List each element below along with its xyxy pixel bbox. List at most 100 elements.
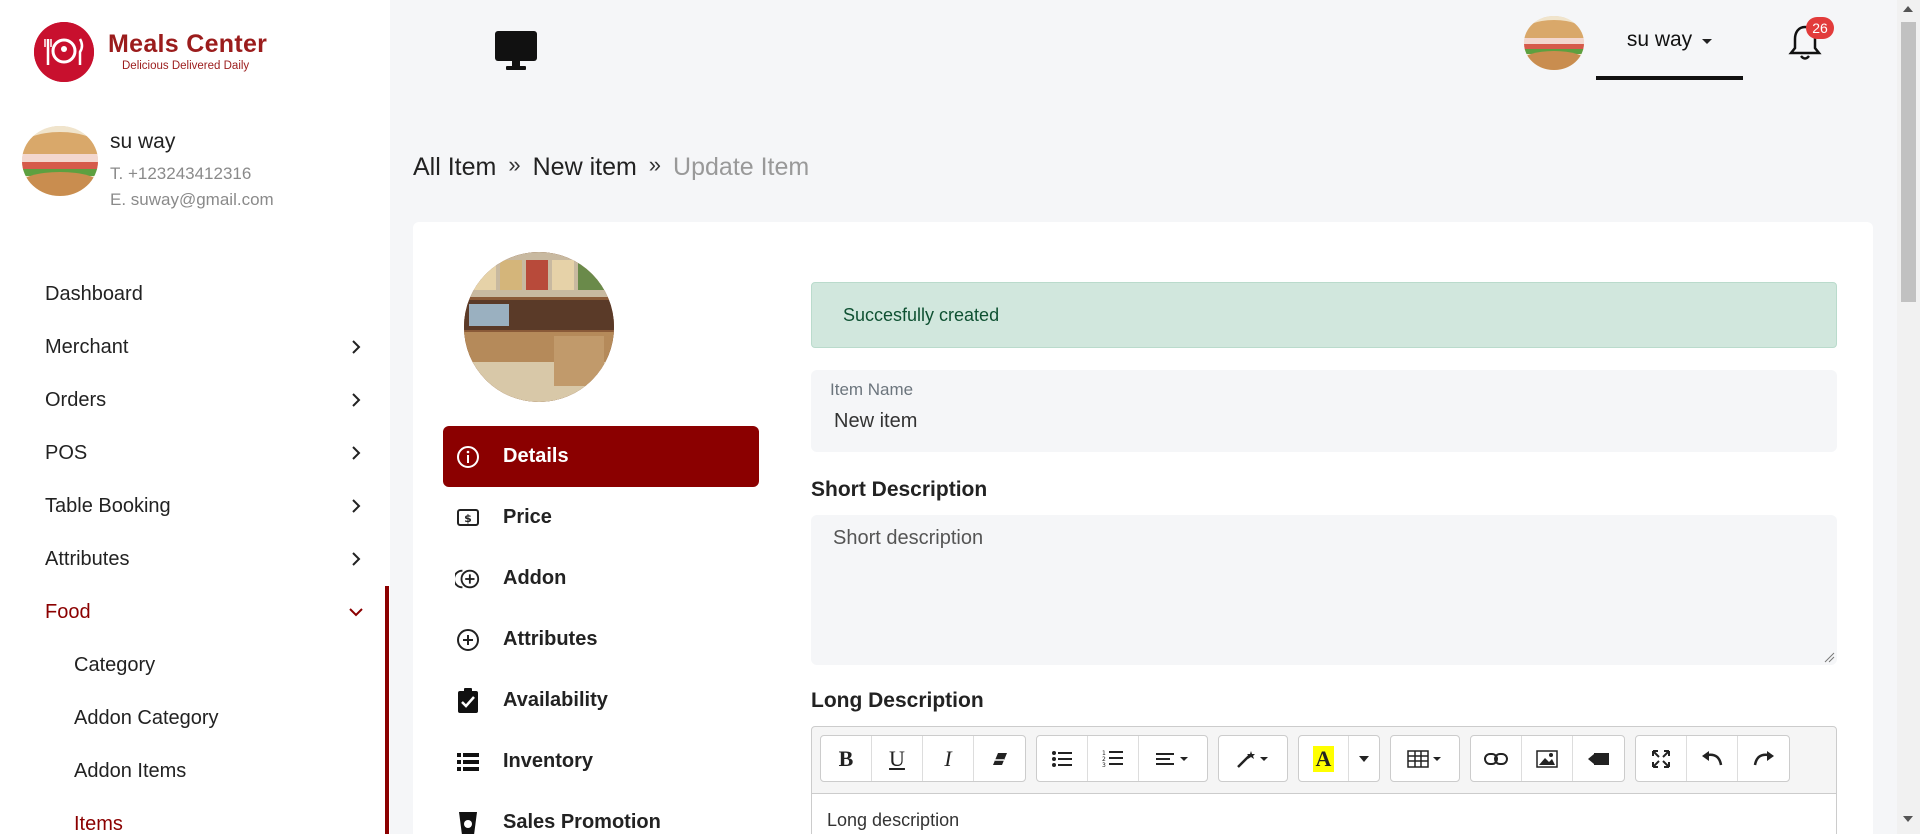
scroll-thumb[interactable] — [1901, 22, 1916, 302]
short-description-label: Short Description — [811, 478, 988, 501]
breadcrumb-current: Update Item — [673, 152, 810, 181]
sidebar-item-label: Orders — [45, 389, 107, 411]
sidebar-nav: Dashboard Merchant Orders POS Table Book… — [0, 268, 390, 834]
underline-button[interactable]: U — [872, 736, 923, 781]
long-description-input[interactable]: Long description — [812, 793, 1836, 834]
brand-logo[interactable]: Meals Center Delicious Delivered Daily — [34, 22, 267, 82]
user-dropdown-label: su way — [1626, 28, 1693, 51]
sidebar-item-label: Attributes — [45, 548, 130, 570]
brand-name: Meals Center — [108, 30, 268, 58]
item-photo[interactable] — [464, 252, 614, 402]
redo-icon[interactable] — [1738, 736, 1789, 781]
sidebar-item-table-booking[interactable]: Table Booking — [0, 480, 390, 533]
link-icon[interactable] — [1471, 736, 1522, 781]
sidebar-item-attributes[interactable]: Attributes — [0, 533, 390, 586]
breadcrumb-new-item[interactable]: New item — [533, 153, 637, 182]
tab-label: Details — [503, 445, 569, 467]
scroll-up-icon[interactable] — [1903, 6, 1913, 12]
breadcrumb: All Item » New item » Update Item — [413, 152, 809, 182]
paragraph-align-icon[interactable] — [1139, 736, 1207, 781]
resize-handle-icon[interactable] — [1823, 651, 1835, 663]
tab-label: Sales Promotion — [503, 811, 661, 833]
chevron-right-icon — [352, 552, 361, 566]
profile-phone: T. +123243412316 — [110, 164, 252, 183]
chevron-right-icon — [352, 446, 361, 460]
addon-icon — [455, 566, 481, 592]
info-icon — [455, 444, 481, 470]
sidebar-subitem-category[interactable]: Category — [0, 639, 390, 692]
italic-button[interactable]: I — [923, 736, 974, 781]
svg-text:3: 3 — [1102, 762, 1106, 769]
page-scrollbar[interactable] — [1897, 0, 1920, 834]
video-icon[interactable] — [1573, 736, 1624, 781]
tab-availability[interactable]: Availability — [443, 670, 759, 731]
sidebar-subitem-items[interactable]: Items — [0, 798, 390, 834]
item-tabs: Details $ Price Addon Attributes Availab… — [443, 426, 759, 834]
ordered-list-icon[interactable]: 123 — [1088, 736, 1139, 781]
sidebar-subitem-addon-items[interactable]: Addon Items — [0, 745, 390, 798]
image-icon[interactable] — [1522, 736, 1573, 781]
profile-email: E. suway@gmail.com — [110, 190, 274, 209]
brand-tagline: Delicious Delivered Daily — [122, 60, 250, 72]
long-description-placeholder: Long description — [827, 810, 960, 830]
sidebar-item-orders[interactable]: Orders — [0, 374, 390, 427]
sidebar-item-label: POS — [45, 442, 88, 464]
sidebar-item-pos[interactable]: POS — [0, 427, 390, 480]
breadcrumb-all-item[interactable]: All Item — [413, 153, 496, 182]
sidebar-subitem-addon-category[interactable]: Addon Category — [0, 692, 390, 745]
desktop-icon[interactable] — [494, 30, 538, 72]
bold-button[interactable]: B — [821, 736, 872, 781]
table-icon[interactable] — [1391, 736, 1459, 781]
undo-icon[interactable] — [1687, 736, 1738, 781]
chevron-right-icon — [352, 393, 361, 407]
notification-badge: 26 — [1806, 17, 1834, 39]
sidebar-subitem-label: Items — [74, 813, 123, 834]
unordered-list-icon[interactable] — [1037, 736, 1088, 781]
sidebar-item-dashboard[interactable]: Dashboard — [0, 268, 390, 321]
sidebar-subitem-label: Addon Category — [74, 707, 219, 729]
sidebar-item-label: Merchant — [45, 336, 129, 358]
chevron-right-icon — [352, 499, 361, 513]
short-description-input[interactable]: Short description — [811, 515, 1837, 665]
color-dropdown-caret-icon[interactable] — [1349, 736, 1379, 781]
sidebar-item-merchant[interactable]: Merchant — [0, 321, 390, 374]
tab-sales-promotion[interactable]: Sales Promotion — [443, 792, 759, 834]
tab-label: Inventory — [503, 750, 594, 772]
long-description-label: Long Description — [811, 689, 984, 712]
tab-details[interactable]: Details — [443, 426, 759, 487]
insert-group — [1470, 735, 1625, 782]
highlight-color-button[interactable]: A — [1299, 736, 1349, 781]
sidebar-item-label: Dashboard — [45, 283, 143, 305]
profile-name: su way — [110, 130, 176, 153]
chevron-down-icon — [349, 608, 363, 617]
tab-price[interactable]: $ Price — [443, 487, 759, 548]
sidebar-item-label: Food — [45, 601, 91, 623]
user-dropdown[interactable]: su way — [1596, 16, 1743, 80]
magic-style-icon[interactable] — [1219, 736, 1287, 781]
rich-text-editor: B U I 123 A Long description — [811, 726, 1837, 834]
item-name-input[interactable]: New item — [834, 410, 1818, 433]
tab-addon[interactable]: Addon — [443, 548, 759, 609]
table-group — [1390, 735, 1460, 782]
scroll-down-icon[interactable] — [1903, 816, 1913, 822]
sidebar-subitem-label: Category — [74, 654, 156, 676]
user-profile: su way T. +123243412316 E. suway@gmail.c… — [22, 126, 274, 210]
cup-icon — [455, 810, 481, 834]
item-name-field[interactable]: Item Name New item — [811, 370, 1837, 452]
price-tag-icon: $ — [455, 505, 481, 531]
topbar-avatar[interactable] — [1524, 16, 1584, 70]
short-description-placeholder: Short description — [833, 527, 984, 549]
item-card: Details $ Price Addon Attributes Availab… — [413, 222, 1873, 834]
breadcrumb-separator-icon: » — [508, 152, 521, 177]
tab-label: Price — [503, 506, 552, 528]
sidebar-item-food[interactable]: Food — [0, 586, 390, 639]
highlight-color-label: A — [1312, 745, 1335, 772]
fullscreen-icon[interactable] — [1636, 736, 1687, 781]
format-group: B U I — [820, 735, 1026, 782]
eraser-icon[interactable] — [974, 736, 1025, 781]
logo-badge-icon — [34, 22, 94, 82]
caret-down-icon — [1702, 39, 1713, 44]
tab-label: Attributes — [503, 628, 598, 650]
tab-inventory[interactable]: Inventory — [443, 731, 759, 792]
tab-attributes[interactable]: Attributes — [443, 609, 759, 670]
